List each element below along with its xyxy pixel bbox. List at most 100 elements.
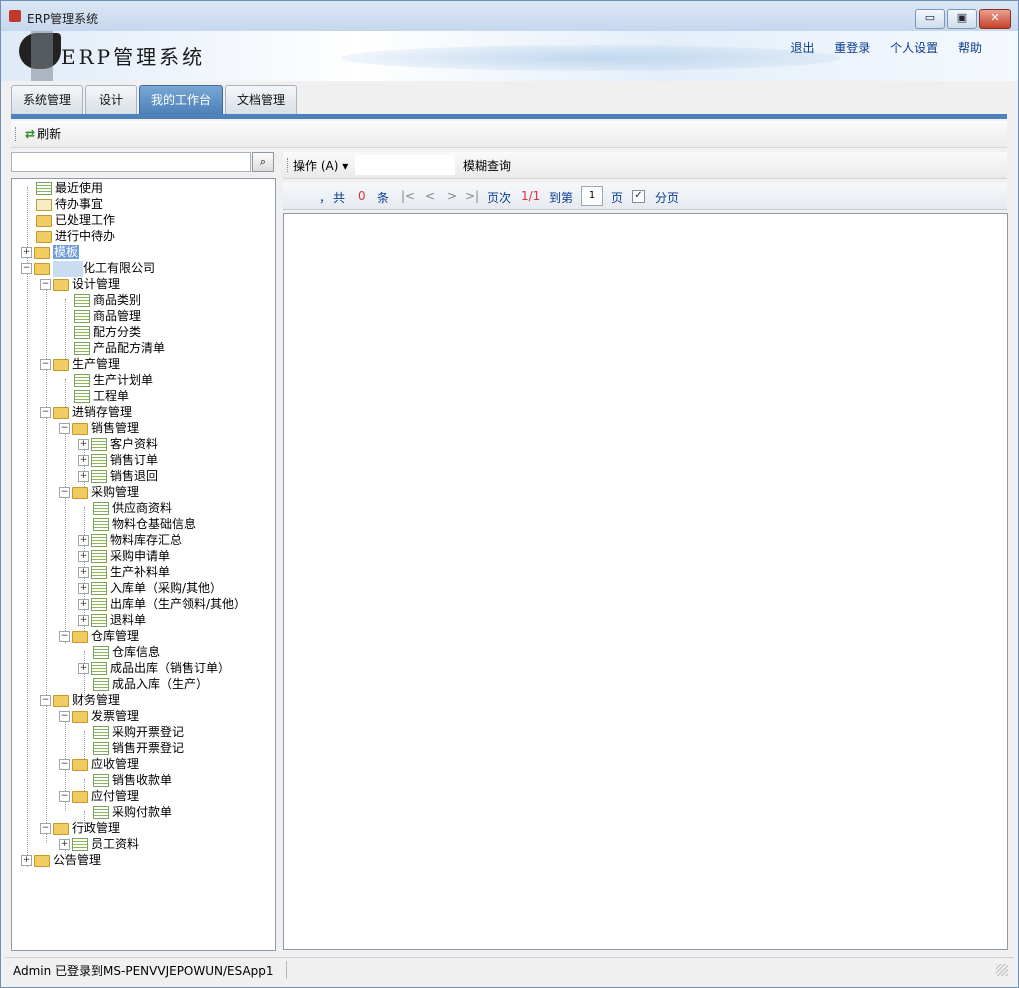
fuzzy-query-button[interactable]: 模糊查询 [463,157,511,174]
tree-item-inbound-order[interactable]: + 入库单（采购/其他） [78,580,222,596]
maximize-button[interactable]: ▣ [947,9,977,29]
collapse-icon[interactable]: − [40,359,51,370]
tree-item-admin-management[interactable]: − 行政管理 [40,820,120,836]
tree-item-material-return[interactable]: + 退料单 [78,612,146,628]
tree-item-sales-management[interactable]: − 销售管理 [59,420,139,436]
expand-icon[interactable]: + [78,471,89,482]
collapse-icon[interactable]: − [59,711,70,722]
folder-open-icon [53,358,69,371]
collapse-icon[interactable]: − [40,279,51,290]
expand-icon[interactable]: + [21,247,32,258]
expand-icon[interactable]: + [78,439,89,450]
collapse-icon[interactable]: − [59,423,70,434]
tree-item-formula-category[interactable]: 配方分类 [61,324,141,340]
tree-item-done[interactable]: 已处理工作 [23,212,115,228]
paginate-checkbox[interactable]: ✓ [632,190,645,203]
first-page-button[interactable]: |< [401,189,415,203]
tree-item-warehouse-management[interactable]: − 仓库管理 [59,628,139,644]
relogin-link[interactable]: 重登录 [834,41,870,55]
tab-my-workbench[interactable]: 我的工作台 [139,85,223,114]
tree-item-payable-management[interactable]: − 应付管理 [59,788,139,804]
tree-item-receivable-management[interactable]: − 应收管理 [59,756,139,772]
tree-item-product-formula-list[interactable]: 产品配方清单 [61,340,165,356]
personal-settings-link[interactable]: 个人设置 [890,41,938,55]
resize-grip-icon[interactable] [996,964,1008,976]
tree-item-todo[interactable]: 待办事宜 [23,196,103,212]
last-page-button[interactable]: >| [465,189,479,203]
tree-item-purchase-invoice[interactable]: 采购开票登记 [80,724,184,740]
expand-icon[interactable]: + [78,567,89,578]
collapse-icon[interactable]: − [59,759,70,770]
expand-icon[interactable]: + [21,855,32,866]
tab-document-management[interactable]: 文档管理 [225,85,297,114]
tree-item-notice-management[interactable]: + 公告管理 [21,852,101,868]
tree-item-outbound-order[interactable]: + 出库单（生产领料/其他） [78,596,246,612]
tree-item-production-management[interactable]: − 生产管理 [40,356,120,372]
goto-page-input[interactable]: 1 [581,186,603,206]
collapse-icon[interactable]: − [59,487,70,498]
tree-item-purchase-request[interactable]: + 采购申请单 [78,548,170,564]
tree-item-company[interactable]: − 化工有限公司 [21,260,155,277]
expand-icon[interactable]: + [78,583,89,594]
search-icon[interactable]: ⌕ [252,152,274,172]
close-button[interactable]: ✕ [979,9,1011,29]
expand-icon[interactable]: + [78,599,89,610]
tree-item-supplier-info[interactable]: 供应商资料 [80,500,172,516]
next-page-button[interactable]: > [447,189,457,203]
expand-icon[interactable]: + [78,615,89,626]
tree-item-sales-order[interactable]: + 销售订单 [78,452,158,468]
tree-item-sales-invoice[interactable]: 销售开票登记 [80,740,184,756]
document-icon [91,438,107,451]
tree-search-input[interactable] [11,152,251,172]
tree-item-finished-goods-inbound[interactable]: 成品入库（生产） [80,676,208,692]
refresh-icon: ⇄ [25,127,36,141]
tree-item-finished-goods-outbound[interactable]: + 成品出库（销售订单） [78,660,230,676]
tree-item-customer-info[interactable]: + 客户资料 [78,436,158,452]
tree-item-in-progress[interactable]: 进行中待办 [23,228,115,244]
tab-system-management[interactable]: 系统管理 [11,85,83,114]
tree-item-material-stock-summary[interactable]: + 物料库存汇总 [78,532,182,548]
collapse-icon[interactable]: − [40,695,51,706]
folder-open-icon [53,406,69,419]
tree-item-material-warehouse-info[interactable]: 物料仓基础信息 [80,516,196,532]
minimize-button[interactable]: ▭ [915,9,945,29]
expand-icon[interactable]: + [78,535,89,546]
collapse-icon[interactable]: − [40,823,51,834]
logout-link[interactable]: 退出 [790,41,814,55]
tree-item-finance-management[interactable]: − 财务管理 [40,692,120,708]
tree-item-product-management[interactable]: 商品管理 [61,308,141,324]
prev-page-button[interactable]: < [425,189,435,203]
expand-icon[interactable]: + [78,551,89,562]
tree-item-purchase-payment[interactable]: 采购付款单 [80,804,172,820]
expand-icon[interactable]: + [78,663,89,674]
folder-open-icon [34,262,50,275]
tree-item-work-order[interactable]: 工程单 [61,388,129,404]
collapse-icon[interactable]: − [59,631,70,642]
tree-item-production-replenishment[interactable]: + 生产补料单 [78,564,170,580]
tree-item-invoice-management[interactable]: − 发票管理 [59,708,139,724]
tree-item-warehouse-info[interactable]: 仓库信息 [80,644,160,660]
operation-menu[interactable]: 操作 (A) ▾ [293,157,348,174]
tree-item-employee-info[interactable]: + 员工资料 [59,836,139,852]
tree-item-recent[interactable]: 最近使用 [23,180,103,196]
tree-item-sales-receipt[interactable]: 销售收款单 [80,772,172,788]
collapse-icon[interactable]: − [21,263,32,274]
tree-item-purchase-management[interactable]: − 采购管理 [59,484,139,500]
tree-item-inventory-management[interactable]: − 进销存管理 [40,404,132,420]
tree-item-production-plan[interactable]: 生产计划单 [61,372,153,388]
tree-item-design-management[interactable]: − 设计管理 [40,276,120,292]
collapse-icon[interactable]: − [40,407,51,418]
expand-icon[interactable]: + [59,839,70,850]
document-icon [93,726,109,739]
banner: ERP管理系统 退出 重登录 个人设置 帮助 [1,31,1018,81]
refresh-button[interactable]: ⇄ 刷新 [25,125,61,143]
document-icon [93,518,109,531]
fuzzy-query-input[interactable] [355,155,455,175]
collapse-icon[interactable]: − [59,791,70,802]
tree-item-product-category[interactable]: 商品类别 [61,292,141,308]
tree-item-sales-return[interactable]: + 销售退回 [78,468,158,484]
expand-icon[interactable]: + [78,455,89,466]
tree-item-template[interactable]: + 模板 [21,244,80,260]
help-link[interactable]: 帮助 [958,41,982,55]
tab-design[interactable]: 设计 [85,85,137,114]
